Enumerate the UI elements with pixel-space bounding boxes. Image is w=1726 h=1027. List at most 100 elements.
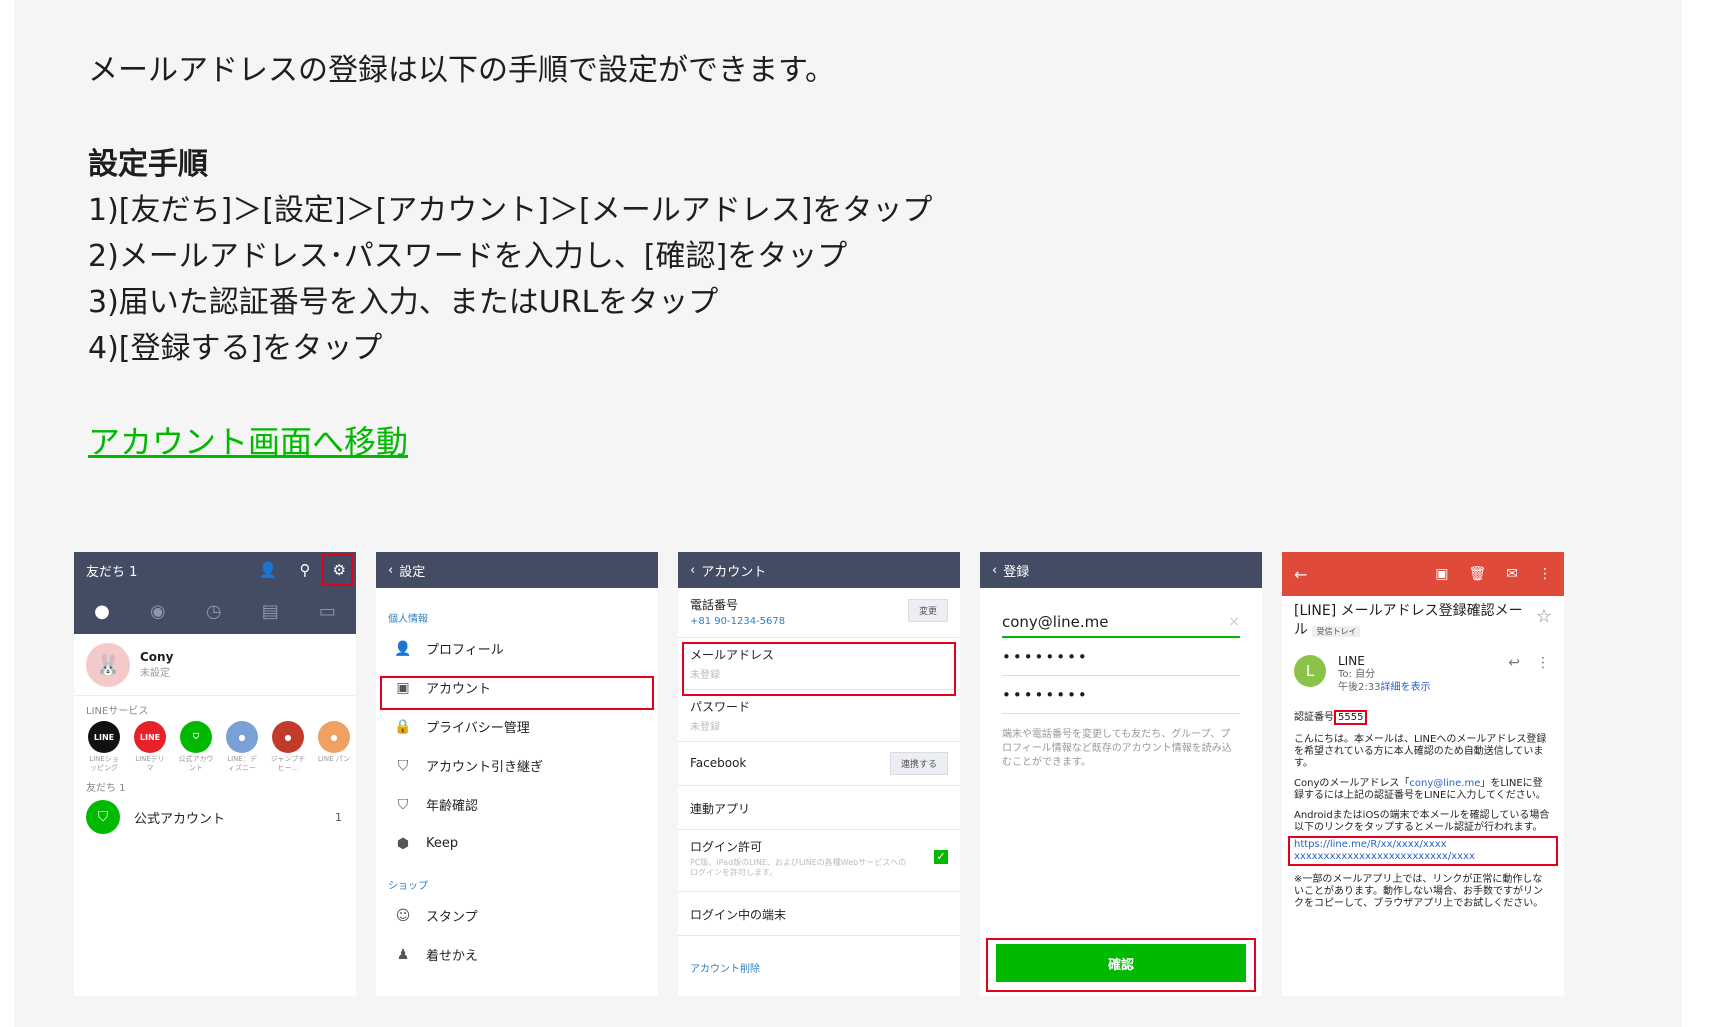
more-icon[interactable]: ⋮ [1538, 566, 1552, 582]
search-icon[interactable]: ⚲ [300, 561, 311, 579]
service-icon: ● [318, 721, 350, 753]
settings-item[interactable]: 👤 プロフィール [376, 629, 658, 668]
apps-row[interactable]: 連動アプリ [678, 786, 960, 830]
mail-icon[interactable]: ✉ [1506, 566, 1518, 582]
back-icon[interactable]: ‹ [690, 563, 695, 578]
wallet-tab-icon[interactable]: ▭ [319, 601, 336, 622]
settings-item[interactable]: ⬢ Keep [376, 824, 658, 863]
email-body: 認証番号 5555 こんにちは。本メールは、LINEへのメールアドレス登録を希望さ… [1282, 710, 1564, 910]
back-icon[interactable]: ‹ [992, 563, 997, 578]
facebook-connect-button[interactable]: 連携する [889, 752, 948, 775]
email-para1: こんにちは。本メールは、LINEへのメールアドレス登録を希望されている方に本人確… [1294, 734, 1547, 769]
settings-list: 👤 プロフィール ▣ アカウント 🔒 プライバシー管理 ⛉ アカウント引き継ぎ ⛉ 年齢確認 ⬢ Ke… [376, 629, 658, 863]
news-tab-icon[interactable]: ▤ [262, 601, 279, 622]
recipient: To: 自分 [1338, 669, 1376, 680]
details-link[interactable]: 詳細を表示 [1380, 682, 1430, 693]
phone-row[interactable]: 電話番号 +81 90-1234-5678 変更 [678, 588, 960, 638]
email-subject: [LINE] メールアドレス登録確認メール 受信トレイ [1294, 602, 1524, 641]
intro-text: メールアドレスの登録は以下の手順で設定ができます。 [88, 53, 835, 88]
confirm-highlight [986, 938, 1256, 992]
email-highlight [682, 642, 956, 696]
service-icon: LINE [134, 721, 166, 753]
more-icon[interactable]: ⋮ [1536, 655, 1550, 671]
email-input[interactable]: cony@line.me × [1002, 608, 1240, 638]
friends-tab-icon[interactable]: ● [94, 601, 110, 622]
shop-item[interactable]: ☺ スタンプ [376, 896, 658, 935]
checkbox-icon[interactable]: ✓ [934, 850, 948, 864]
friend-row[interactable]: ⛉ 公式アカウント 1 [74, 798, 356, 836]
service-item[interactable]: ● LINE：ディズニー [224, 721, 260, 775]
service-label: LINE パン [317, 755, 351, 763]
service-label: LINEショッピング [89, 755, 119, 772]
shield-icon: ⛉ [397, 757, 409, 774]
login-allow-row[interactable]: ログイン許可 PC版、iPad版のLINE、およびLINEの各種Webサービスへ… [678, 830, 960, 892]
page: メールアドレスの登録は以下の手順で設定ができます。 設定手順 1)[友だち]＞[… [0, 0, 1726, 1027]
add-friend-icon[interactable]: 👤 [259, 561, 278, 579]
service-icon: LINE [88, 721, 120, 753]
friends-header: 友だち 1 👤 ⚲ ⚙ [74, 552, 356, 588]
code-value: 5555 [1334, 710, 1368, 725]
password-confirm-input[interactable]: •••••••• [1002, 676, 1240, 714]
service-item[interactable]: ● ジャンプチヒー… [270, 721, 306, 775]
friends-label: 友だち 1 [86, 783, 126, 794]
back-icon[interactable]: ‹ [388, 563, 393, 578]
shield-icon: ⛉ [397, 796, 409, 813]
settings-item[interactable]: 🔒 プライバシー管理 [376, 707, 658, 746]
password-row[interactable]: パスワード 未登録 [678, 690, 960, 742]
delete-icon[interactable]: 🗑 [1468, 566, 1486, 582]
sticker-icon: ☺ [395, 907, 411, 924]
screenshot-account: ‹ アカウント 電話番号 +81 90-1234-5678 変更 メールアドレス… [678, 552, 960, 996]
devices-label: ログイン中の端末 [690, 908, 787, 922]
gmail-toolbar: ← ▣ 🗑 ✉ ⋮ [1282, 552, 1564, 596]
password-input[interactable]: •••••••• [1002, 638, 1240, 676]
step-1: 1)[友だち]＞[設定]＞[アカウント]＞[メールアドレス]をタップ [88, 193, 933, 228]
gear-highlight [322, 554, 353, 586]
service-item[interactable]: LINE LINEショッピング [86, 721, 122, 775]
verify-url-line1[interactable]: https://line.me/R/xx/xxxx/xxxx [1294, 839, 1552, 851]
services-row: LINE LINEショッピング LINE LINEデリマ ⛉ 公式アカウント ● LINE：デ… [74, 721, 356, 775]
service-item[interactable]: LINE LINEデリマ [132, 721, 168, 775]
settings-header: ‹ 設定 [376, 552, 658, 588]
account-screen-link[interactable]: アカウント画面へ移動 [88, 420, 408, 464]
step-2: 2)メールアドレス･パスワードを入力し、[確認]をタップ [88, 239, 848, 274]
my-profile-row[interactable]: 🐰 Cony 未設定 [74, 634, 356, 696]
shop-list: ☺ スタンプ ♟ 着せかえ [376, 896, 658, 974]
inbox-label: 受信トレイ [1312, 626, 1361, 637]
official-account-icon: ⛉ [86, 800, 120, 834]
change-button[interactable]: 変更 [907, 599, 948, 622]
settings-item-label: 年齢確認 [426, 799, 479, 814]
shop-item[interactable]: ♟ 着せかえ [376, 935, 658, 974]
chat-tab-icon[interactable]: ◉ [150, 601, 166, 622]
shop-item-label: スタンプ [426, 910, 478, 925]
settings-item-label: プライバシー管理 [426, 721, 530, 736]
service-label: ジャンプチヒー… [270, 755, 306, 772]
settings-title: 設定 [399, 564, 426, 580]
screenshot-email: ← ▣ 🗑 ✉ ⋮ [LINE] メールアドレス登録確認メール 受信トレイ ☆ … [1282, 552, 1564, 996]
reply-icon[interactable]: ↩ [1508, 655, 1520, 671]
verify-url-line2[interactable]: xxxxxxxxxxxxxxxxxxxxxxxxxx/xxxx [1294, 851, 1552, 863]
service-item[interactable]: ⛉ 公式アカウント [178, 721, 214, 775]
email-para3: AndroidまたはiOSの端末で本メールを確認している場合以下のリンクをタップ… [1294, 810, 1550, 833]
archive-icon[interactable]: ▣ [1435, 566, 1448, 582]
register-header: ‹ 登録 [980, 552, 1262, 588]
sender-row: L LINE To: 自分 午後2:33詳細を表示 ↩ ⋮ [1282, 641, 1564, 694]
back-arrow-icon[interactable]: ← [1294, 565, 1307, 584]
devices-row[interactable]: ログイン中の端末 [678, 892, 960, 936]
email-time: 午後2:33 [1338, 682, 1381, 693]
timeline-tab-icon[interactable]: ◷ [206, 601, 222, 622]
clear-icon[interactable]: × [1228, 614, 1240, 630]
delete-account-link[interactable]: アカウント削除 [678, 936, 960, 975]
facebook-row[interactable]: Facebook 連携する [678, 742, 960, 786]
service-label: LINEデリマ [135, 755, 165, 772]
avatar: 🐰 [86, 642, 130, 687]
account-highlight [380, 676, 654, 710]
login-allow-label: ログイン許可 [690, 840, 763, 854]
email-address-link[interactable]: cony@line.me [1409, 778, 1480, 789]
settings-item[interactable]: ⛉ アカウント引き継ぎ [376, 746, 658, 785]
service-item[interactable]: ● LINE パン [316, 721, 352, 775]
star-icon[interactable]: ☆ [1536, 606, 1552, 627]
code-label: 認証番号 [1294, 712, 1334, 723]
settings-item[interactable]: ⛉ 年齢確認 [376, 785, 658, 824]
settings-item-label: アカウント引き継ぎ [426, 760, 544, 775]
verify-url-box[interactable]: https://line.me/R/xx/xxxx/xxxx xxxxxxxxx… [1288, 836, 1558, 866]
